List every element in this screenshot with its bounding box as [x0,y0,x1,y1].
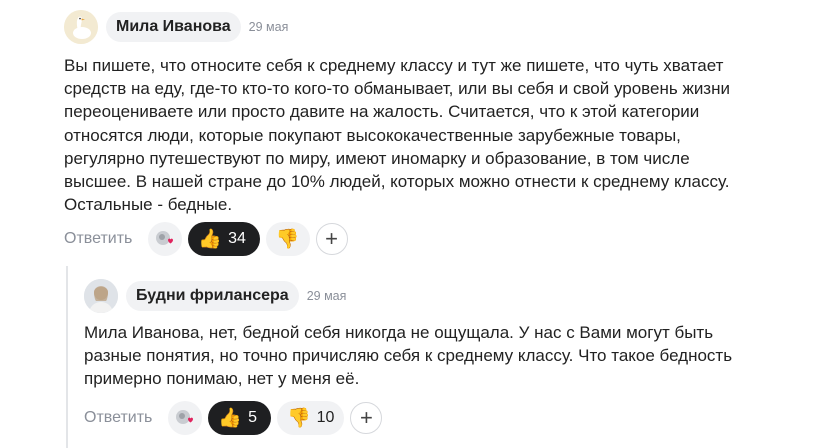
heart-sticker-icon [156,231,174,245]
user-photo-avatar [84,279,118,313]
thread-line [66,266,68,448]
text-line: относятся люди, которые покупают высокок… [64,125,681,145]
text-line: разные понятия, но точно причисляю себя … [84,346,733,366]
comment-header: Мила Иванова 29 мая [64,10,288,44]
heart-sticker-icon [176,410,194,424]
reply-header: Будни фрилансера 29 мая [84,279,346,313]
text-line: высшее. В нашей стране до 10% людей, кот… [64,172,730,192]
comment-text: Вы пишете, что относите себя к среднему … [64,54,730,216]
reaction-sticker[interactable] [148,222,183,256]
reply-author-avatar[interactable] [84,279,118,313]
reply-button[interactable]: Ответить [84,409,152,427]
text-line: Мила Иванова, нет, бедной себя никогда н… [84,323,714,342]
reaction-sticker[interactable] [168,401,203,435]
text-line: регулярно путешествуют по миру, имеют ин… [64,148,690,168]
like-button[interactable]: 👍 5 [208,401,271,435]
text-line: средств на еду, где-то кто-то кого-то об… [64,79,730,99]
text-line: Вы пишете, что относите себя к среднему … [64,56,724,75]
like-count: 5 [248,409,257,426]
reply-button[interactable]: Ответить [64,230,132,248]
dislike-button[interactable]: 👎 [265,222,310,256]
reply-text: Мила Иванова, нет, бедной себя никогда н… [84,321,732,391]
thumbs-down-icon: 👎 [275,228,300,250]
reply-actions: Ответить 👍 5 👎 10 + [84,400,383,436]
thumbs-up-icon: 👍 [218,407,243,429]
text-line: Остальные - бедные. [64,195,233,215]
dislike-button[interactable]: 👎 10 [276,401,345,435]
like-count: 34 [228,230,246,247]
text-line: переоцениваете или просто давите на жало… [64,102,700,122]
comment-date: 29 мая [248,20,289,34]
author-avatar[interactable] [64,10,98,44]
dislike-count: 10 [316,409,335,426]
comment-actions: Ответить 👍 34 👎 + [64,221,348,257]
reply-date: 29 мая [306,289,347,303]
text-line: примерно понимаю, нет у меня её. [84,369,360,389]
thumbs-down-icon: 👎 [286,407,311,429]
add-reaction-button[interactable]: + [315,223,348,255]
goose-icon [64,10,98,44]
like-button[interactable]: 👍 34 [188,222,260,256]
thumbs-up-icon: 👍 [198,228,223,250]
reply-author-name[interactable]: Будни фрилансера [126,281,299,311]
add-reaction-button[interactable]: + [350,402,383,434]
author-name[interactable]: Мила Иванова [106,12,241,42]
